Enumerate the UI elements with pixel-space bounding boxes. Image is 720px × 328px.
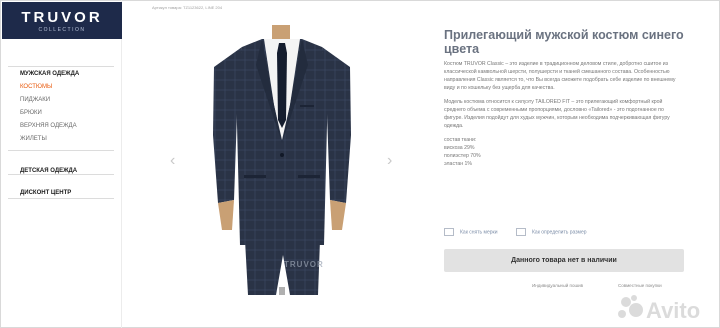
nav-kids-clothing[interactable]: ДЕТСКАЯ ОДЕЖДА [20,165,79,178]
nav-vests[interactable]: ЖИЛЕТЫ [20,133,79,146]
nav-trousers[interactable]: БРЮКИ [20,107,79,120]
product-title: Прилегающий мужской костюм синего цвета [444,28,684,56]
gallery-next-arrow[interactable]: › [387,152,392,170]
tailoring-link[interactable]: Индивидуальный пошив [532,283,583,288]
ruler-icon [444,228,454,236]
divider [8,66,114,67]
product-photo [213,25,351,295]
description-paragraph: Костюм TRUVOR Classic – это изделие в тр… [444,61,676,91]
composition-title: состав ткани: [444,137,477,143]
brand-name: TRUVOR [21,9,103,26]
photo-watermark: TRUVOR [284,260,324,269]
description-paragraph: Модель костюма относится к силуэту TAILO… [444,99,670,129]
nav-jackets[interactable]: ПИДЖАКИ [20,94,79,107]
avito-wordmark: Avito [646,298,700,323]
nav-outerwear[interactable]: ВЕРХНЯЯ ОДЕЖДА [20,120,79,133]
composition-block: состав ткани: вискоза 29% полиэстер 70% … [444,136,684,168]
avito-watermark: Avito [618,295,700,323]
divider [8,150,114,151]
divider [8,174,114,175]
nav-suits[interactable]: КОСТЮМЫ [20,81,79,94]
composition-item: вискоза 29% [444,145,475,151]
measure-link[interactable]: Как снять мерки [444,228,498,236]
brand-logo[interactable]: TRUVOR COLLECTION [2,2,122,39]
breadcrumb: Артикул товара: TZ1123622, LINE 204 [152,5,223,10]
nav-gap [20,146,79,165]
product-description: Костюм TRUVOR Classic – это изделие в тр… [444,60,684,168]
measure-link-label: Как снять мерки [460,229,498,236]
out-of-stock-button[interactable]: Данного товара нет в наличии [444,249,684,272]
brand-tagline: COLLECTION [38,27,86,33]
nav-mens-clothing[interactable]: МУЖСКАЯ ОДЕЖДА [20,68,79,81]
category-nav: МУЖСКАЯ ОДЕЖДА КОСТЮМЫ ПИДЖАКИ БРЮКИ ВЕР… [20,68,79,200]
nav-gap [20,178,79,187]
divider [8,198,114,199]
size-link[interactable]: Как определить размер [516,228,587,236]
size-link-label: Как определить размер [532,229,587,236]
composition-item: эластан 1% [444,161,473,167]
composition-item: полиэстер 70% [444,153,481,159]
size-chart-icon [516,228,526,236]
gallery-prev-arrow[interactable]: ‹ [170,152,175,170]
sidebar: TRUVOR COLLECTION МУЖСКАЯ ОДЕЖДА КОСТЮМЫ… [0,0,122,328]
